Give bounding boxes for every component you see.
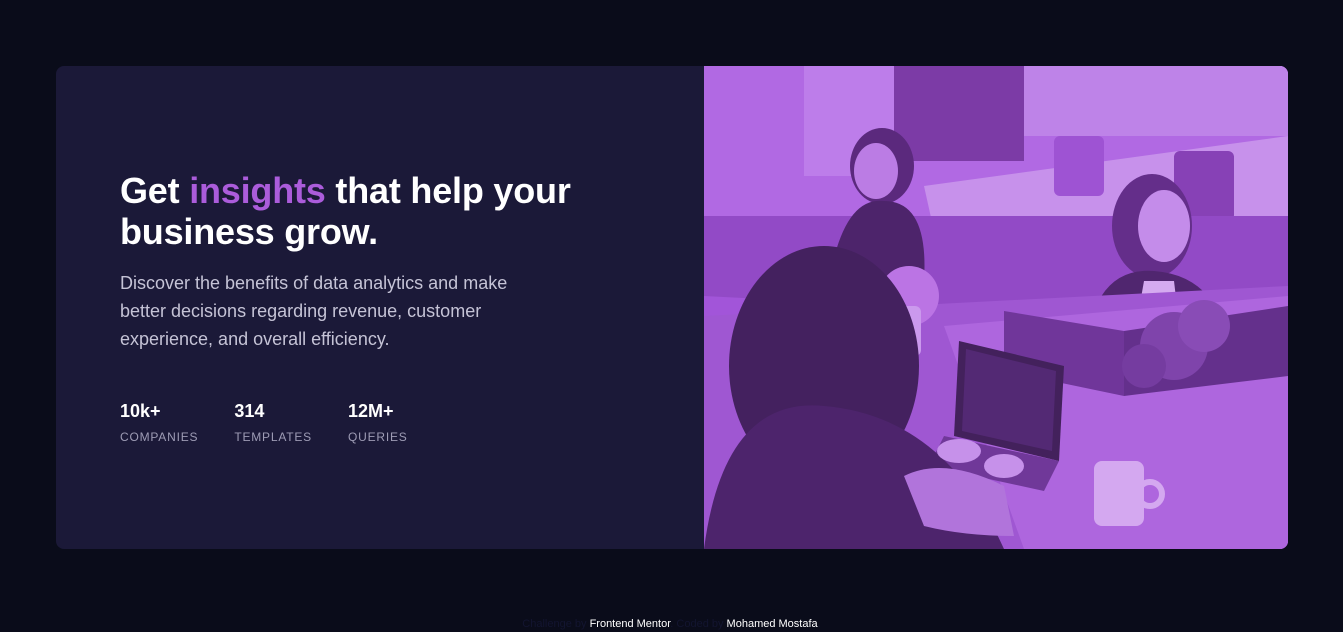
stat-label: QUERIES <box>348 430 408 444</box>
description: Discover the benefits of data analytics … <box>120 273 508 349</box>
stat-label: TEMPLATES <box>234 430 312 444</box>
attribution-prefix: Challenge by <box>522 618 590 630</box>
stat-companies: 10k+ COMPANIES <box>120 400 198 444</box>
attribution: Challenge by Frontend Mentor. Coded by M… <box>0 617 1343 631</box>
card-content: Get insights that help your business gro… <box>56 66 704 549</box>
stat-queries: 12M+ QUERIES <box>348 400 408 444</box>
frontend-mentor-link[interactable]: Frontend Mentor <box>590 618 671 630</box>
attribution-suffix: . <box>817 618 821 630</box>
attribution-middle: . Coded by <box>670 618 727 630</box>
stat-label: COMPANIES <box>120 430 199 444</box>
office-photo-illustration <box>704 66 1288 549</box>
stats-preview-card: Get insights that help your business gro… <box>56 66 1288 549</box>
stat-value: 12M+ <box>348 401 394 421</box>
stat-value: 10k+ <box>120 401 161 421</box>
stats-list: 10k+ COMPANIES 314 TEMPLATES 12M+ QUERIE… <box>120 400 444 444</box>
author-link[interactable]: Mohamed Mostafa <box>727 618 818 630</box>
headline-accent: insights <box>189 170 326 211</box>
headline-text-start: Get <box>120 170 190 211</box>
stat-value: 314 <box>234 401 265 421</box>
stat-templates: 314 TEMPLATES <box>234 400 312 444</box>
headline: Get insights that help your business gro… <box>120 170 610 252</box>
office-photo <box>704 66 1288 549</box>
